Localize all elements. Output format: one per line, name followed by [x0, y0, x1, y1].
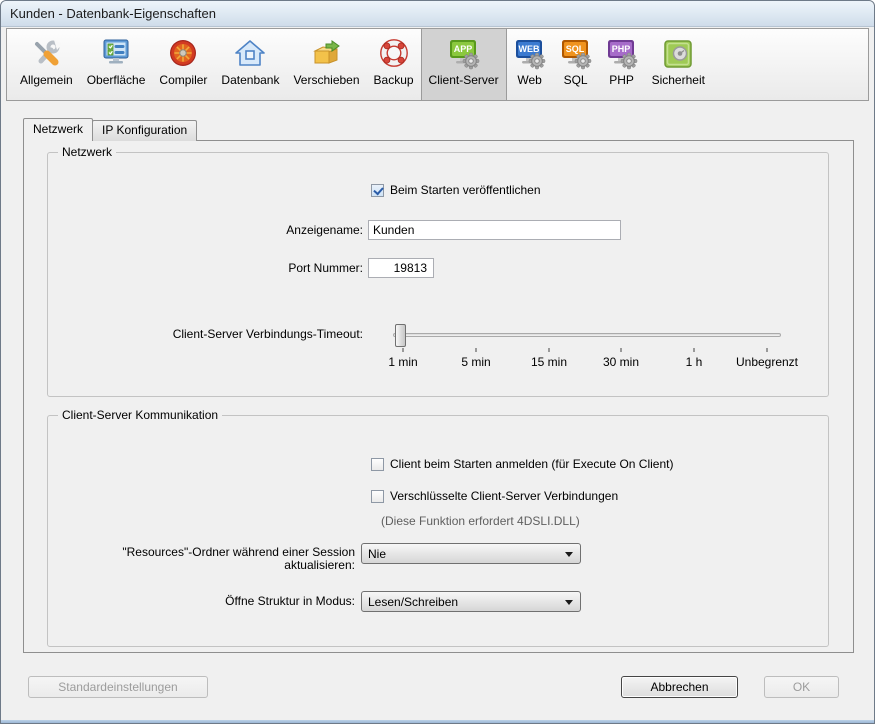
toolbar-item-label: SQL	[564, 73, 588, 87]
toolbar-item-sql[interactable]: SQL SQL	[553, 29, 599, 100]
web-server-icon: WEB	[514, 38, 546, 70]
toolbar-item-verschieben[interactable]: Verschieben	[286, 29, 366, 100]
window-border-bottom	[1, 720, 874, 723]
slider-tick-label: 1 min	[388, 355, 417, 369]
toolbar-item-backup[interactable]: Backup	[367, 29, 421, 100]
toolbar-item-oberflaeche[interactable]: Oberfläche	[80, 29, 153, 100]
register-checkbox-row: Client beim Starten anmelden (für Execut…	[371, 457, 673, 471]
toolbar-item-allgemein[interactable]: Allgemein	[13, 29, 80, 100]
publish-checkbox-label: Beim Starten veröffentlichen	[390, 183, 541, 197]
security-safe-icon	[662, 38, 694, 70]
toolbar-item-web[interactable]: WEB Web	[507, 29, 553, 100]
tab-netzwerk[interactable]: Netzwerk	[23, 118, 93, 141]
window-titlebar[interactable]: Kunden - Datenbank-Eigenschaften	[1, 1, 874, 27]
open-mode-row: Öffne Struktur in Modus: Lesen/Schreiben	[48, 591, 581, 612]
open-mode-dropdown[interactable]: Lesen/Schreiben	[361, 591, 581, 612]
register-client-checkbox-label: Client beim Starten anmelden (für Execut…	[390, 457, 673, 471]
slider-tick	[476, 348, 477, 352]
slider-tick-label: Unbegrenzt	[736, 355, 798, 369]
open-mode-dropdown-value: Lesen/Schreiben	[368, 595, 458, 609]
chevron-down-icon	[565, 552, 573, 557]
properties-toolbar: Allgemein Oberfläche	[6, 28, 869, 101]
toolbar-item-label: Oberfläche	[87, 73, 146, 87]
publish-checkbox[interactable]	[371, 184, 384, 197]
toolbar-item-label: Backup	[374, 73, 414, 87]
port-number-label: Port Nummer:	[48, 261, 363, 275]
register-client-checkbox[interactable]	[371, 458, 384, 471]
timeout-label: Client-Server Verbindungs-Timeout:	[48, 315, 363, 341]
compiler-wheel-icon	[167, 38, 199, 70]
window-title: Kunden - Datenbank-Eigenschaften	[10, 6, 216, 21]
lifebuoy-icon	[378, 38, 410, 70]
slider-tick-label: 30 min	[603, 355, 639, 369]
toolbar-item-label: Datenbank	[221, 73, 279, 87]
timeout-slider[interactable]: 1 min 5 min 15 min 30 min 1 h Unbegrenzt	[393, 315, 785, 369]
interface-monitor-icon	[100, 38, 132, 70]
svg-text:SQL: SQL	[565, 44, 584, 54]
toolbar-item-label: Sicherheit	[652, 73, 705, 87]
toolbar-item-label: Web	[517, 73, 541, 87]
toolbar-item-label: Client-Server	[429, 73, 499, 87]
php-server-icon: PHP	[606, 38, 638, 70]
chevron-down-icon	[565, 600, 573, 605]
sql-server-icon: SQL	[560, 38, 592, 70]
toolbar-item-label: Compiler	[159, 73, 207, 87]
encryption-note: (Diese Funktion erfordert 4DSLI.DLL)	[381, 514, 580, 528]
slider-tick	[694, 348, 695, 352]
toolbar-item-datenbank[interactable]: Datenbank	[214, 29, 286, 100]
slider-tick	[621, 348, 622, 352]
database-home-icon	[234, 38, 266, 70]
svg-text:PHP: PHP	[611, 44, 630, 54]
display-name-row: Anzeigename:	[48, 220, 621, 240]
dialog-window: Kunden - Datenbank-Eigenschaften Allgeme…	[0, 0, 875, 724]
toolbar-item-label: Verschieben	[293, 73, 359, 87]
slider-tick-label: 1 h	[686, 355, 703, 369]
port-number-row: Port Nummer:	[48, 258, 434, 278]
group-client-server-kommunikation: Client-Server Kommunikation Client beim …	[47, 415, 829, 647]
toolbar-item-compiler[interactable]: Compiler	[152, 29, 214, 100]
slider-tick-label: 5 min	[461, 355, 490, 369]
group-netzwerk: Netzwerk Beim Starten veröffentlichen An…	[47, 152, 829, 397]
resources-update-row: "Resources"-Ordner während einer Session…	[48, 543, 581, 572]
toolbar-item-label: PHP	[609, 73, 634, 87]
open-mode-label: Öffne Struktur in Modus:	[48, 595, 355, 608]
cancel-button[interactable]: Abbrechen	[621, 676, 738, 698]
display-name-input[interactable]	[368, 220, 621, 240]
slider-tick-label: 15 min	[531, 355, 567, 369]
toolbar-item-label: Allgemein	[20, 73, 73, 87]
slider-track[interactable]	[393, 333, 781, 337]
resources-update-label: "Resources"-Ordner während einer Session…	[48, 543, 355, 572]
move-box-icon	[310, 38, 342, 70]
group-kommunikation-title: Client-Server Kommunikation	[58, 408, 222, 422]
resources-update-dropdown[interactable]: Nie	[361, 543, 581, 564]
encrypted-checkbox-row: Verschlüsselte Client-Server Verbindunge…	[371, 489, 618, 503]
tab-panel: Netzwerk Beim Starten veröffentlichen An…	[23, 140, 854, 653]
tools-icon	[30, 38, 62, 70]
port-number-input[interactable]	[368, 258, 434, 278]
publish-checkbox-row: Beim Starten veröffentlichen	[371, 183, 541, 197]
slider-thumb[interactable]	[395, 324, 406, 347]
slider-tick	[403, 348, 404, 352]
slider-tick	[767, 348, 768, 352]
tab-ip-konfiguration[interactable]: IP Konfiguration	[92, 120, 197, 141]
ok-button[interactable]: OK	[764, 676, 839, 698]
slider-tick	[549, 348, 550, 352]
app-server-icon: APP	[448, 38, 480, 70]
group-netzwerk-title: Netzwerk	[58, 145, 116, 159]
resources-update-dropdown-value: Nie	[368, 547, 386, 561]
toolbar-item-sicherheit[interactable]: Sicherheit	[645, 29, 712, 100]
svg-text:WEB: WEB	[518, 44, 539, 54]
display-name-label: Anzeigename:	[48, 223, 363, 237]
timeout-row: Client-Server Verbindungs-Timeout: 1 min…	[48, 315, 785, 369]
tab-strip: Netzwerk IP Konfiguration	[23, 118, 197, 141]
toolbar-item-client-server[interactable]: APP Client-Server	[421, 29, 507, 100]
encrypted-connections-checkbox-label: Verschlüsselte Client-Server Verbindunge…	[390, 489, 618, 503]
resources-update-label-line2: aktualisieren:	[48, 559, 355, 572]
encrypted-connections-checkbox[interactable]	[371, 490, 384, 503]
toolbar-item-php[interactable]: PHP PHP	[599, 29, 645, 100]
defaults-button[interactable]: Standardeinstellungen	[28, 676, 208, 698]
svg-text:APP: APP	[453, 44, 472, 54]
